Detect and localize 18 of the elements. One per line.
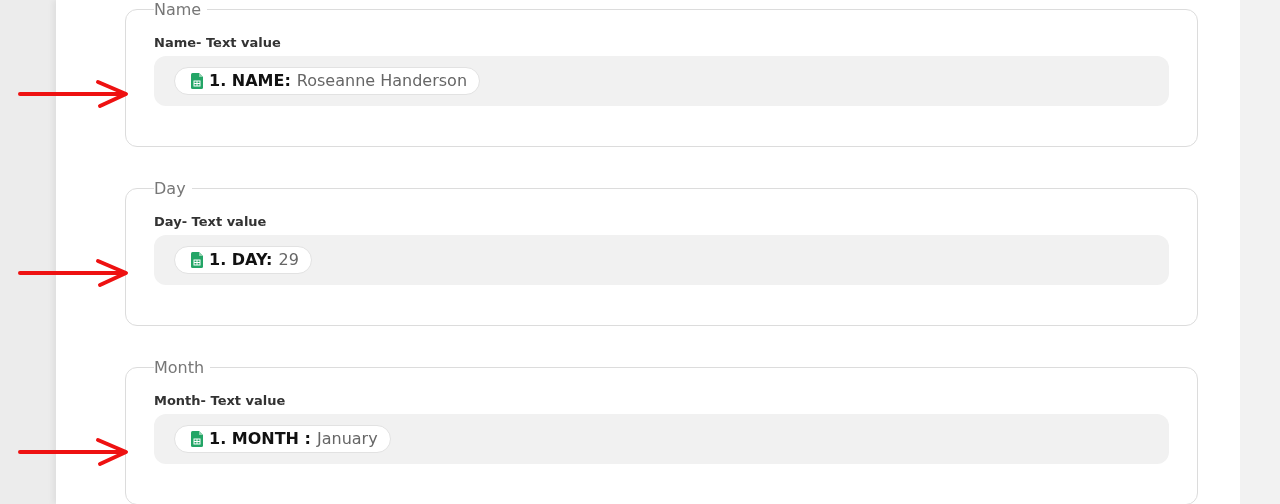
group-legend: Day	[154, 179, 192, 198]
variable-value: Roseanne Handerson	[296, 71, 467, 91]
field-label: Day- Text value	[154, 214, 268, 229]
group-legend: Month	[154, 358, 211, 377]
spreadsheet-icon	[191, 73, 203, 89]
variable-value: January	[316, 429, 378, 449]
input-field[interactable]: 1. MONTH : January	[154, 414, 1169, 464]
spreadsheet-icon	[191, 431, 203, 447]
field-label: Name- Text value	[154, 35, 282, 50]
spreadsheet-icon	[191, 252, 203, 268]
variable-name: 1. DAY:	[209, 250, 273, 270]
variable-name: 1. MONTH :	[209, 429, 311, 449]
field-label: Month- Text value	[154, 393, 287, 408]
group-legend: Name	[154, 0, 208, 19]
input-field[interactable]: 1. DAY: 29	[154, 235, 1169, 285]
input-field[interactable]: 1. NAME: Roseanne Handerson	[154, 56, 1169, 106]
variable-name: 1. NAME:	[209, 71, 291, 91]
variable-value: 29	[278, 250, 299, 270]
